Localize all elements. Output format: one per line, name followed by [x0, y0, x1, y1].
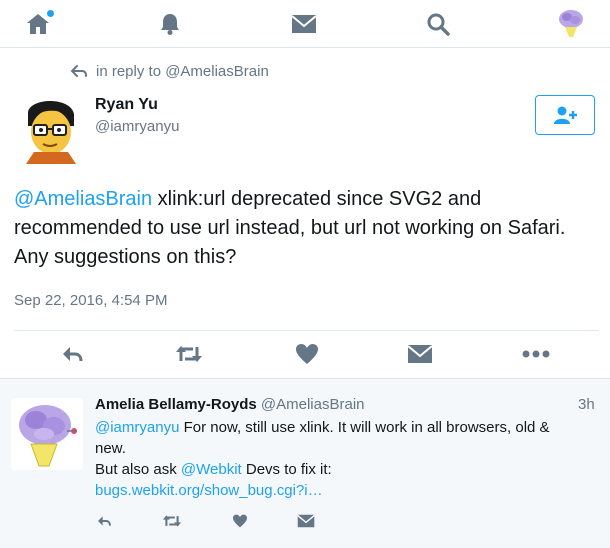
reply-text-part4: Devs to fix it:	[241, 461, 332, 478]
like-icon	[233, 514, 247, 528]
reply-text-part3: But also ask	[95, 461, 181, 478]
reply-author-name[interactable]: Amelia Bellamy-Royds	[95, 396, 257, 413]
bug-link[interactable]: bugs.webkit.org/show_bug.cgi?i…	[95, 482, 323, 499]
retweet-icon	[162, 515, 182, 527]
notifications-icon	[161, 14, 179, 35]
reply-button[interactable]	[58, 342, 86, 366]
notifications-button[interactable]	[152, 8, 188, 40]
like-button[interactable]	[293, 342, 321, 366]
direct-message-icon	[407, 345, 433, 363]
tweet-text: @AmeliasBrain xlink:url deprecated since…	[14, 185, 599, 272]
reply-context[interactable]: in reply to @AmeliasBrain	[70, 62, 269, 80]
home-button[interactable]	[20, 8, 56, 40]
reply-arrow-icon	[70, 64, 88, 78]
tweet-timestamp[interactable]: Sep 22, 2016, 4:54 PM	[14, 292, 167, 309]
unread-indicator	[47, 10, 54, 17]
reply-context-text: in reply to @AmeliasBrain	[96, 62, 269, 80]
brain-avatar-icon	[11, 398, 83, 470]
like-icon	[296, 344, 318, 364]
messages-icon	[291, 15, 317, 33]
reply-author-handle[interactable]: @AmeliasBrain	[261, 396, 365, 413]
reply-like-button[interactable]	[230, 512, 250, 530]
profile-avatar[interactable]	[554, 6, 588, 40]
reply-text-part1: For now, still use xlink. It will work i…	[179, 419, 550, 436]
tweet-text-line2: recommended to use url instead, but url …	[14, 217, 566, 239]
direct-message-icon	[297, 514, 315, 528]
reply-icon	[63, 347, 83, 362]
author-avatar-image	[14, 92, 86, 164]
author-avatar[interactable]	[14, 92, 86, 164]
reply-direct-message-button[interactable]	[296, 512, 316, 530]
reply-time[interactable]: 3h	[578, 396, 595, 413]
top-navigation	[0, 0, 610, 48]
add-user-icon	[554, 106, 577, 124]
reply-actions	[0, 509, 610, 533]
retweet-button[interactable]	[175, 342, 203, 366]
tweet-text-line1: xlink:url deprecated since SVG2 and	[152, 188, 482, 210]
search-button[interactable]	[420, 8, 456, 40]
reply-icon	[98, 516, 111, 526]
author-name[interactable]: Ryan Yu	[95, 96, 158, 114]
retweet-icon	[176, 346, 202, 362]
reply-text: @iamryanyu For now, still use xlink. It …	[95, 417, 595, 501]
tweet-text-line3: Any suggestions on this?	[14, 246, 237, 268]
reply-author-avatar[interactable]	[11, 398, 83, 470]
divider	[14, 330, 599, 331]
reply-text-part2: new.	[95, 440, 126, 457]
reply-retweet-button[interactable]	[162, 512, 182, 530]
more-icon	[522, 350, 550, 358]
tweet-actions	[0, 334, 610, 374]
messages-button[interactable]	[286, 8, 322, 40]
direct-message-button[interactable]	[406, 342, 434, 366]
tweet-mention-link[interactable]: @AmeliasBrain	[14, 188, 152, 210]
more-button[interactable]	[522, 342, 550, 366]
author-handle[interactable]: @iamryanyu	[95, 118, 179, 135]
follow-button[interactable]	[535, 95, 595, 135]
reply-tweet[interactable]: Amelia Bellamy-Royds @AmeliasBrain 3h @i…	[0, 378, 610, 548]
search-icon	[427, 13, 450, 36]
reply-header: Amelia Bellamy-Royds @AmeliasBrain	[95, 396, 365, 413]
webkit-mention-link[interactable]: @Webkit	[181, 461, 242, 478]
brain-avatar-icon	[554, 6, 588, 40]
reply-mention-link[interactable]: @iamryanyu	[95, 419, 179, 436]
reply-reply-button[interactable]	[94, 512, 114, 530]
